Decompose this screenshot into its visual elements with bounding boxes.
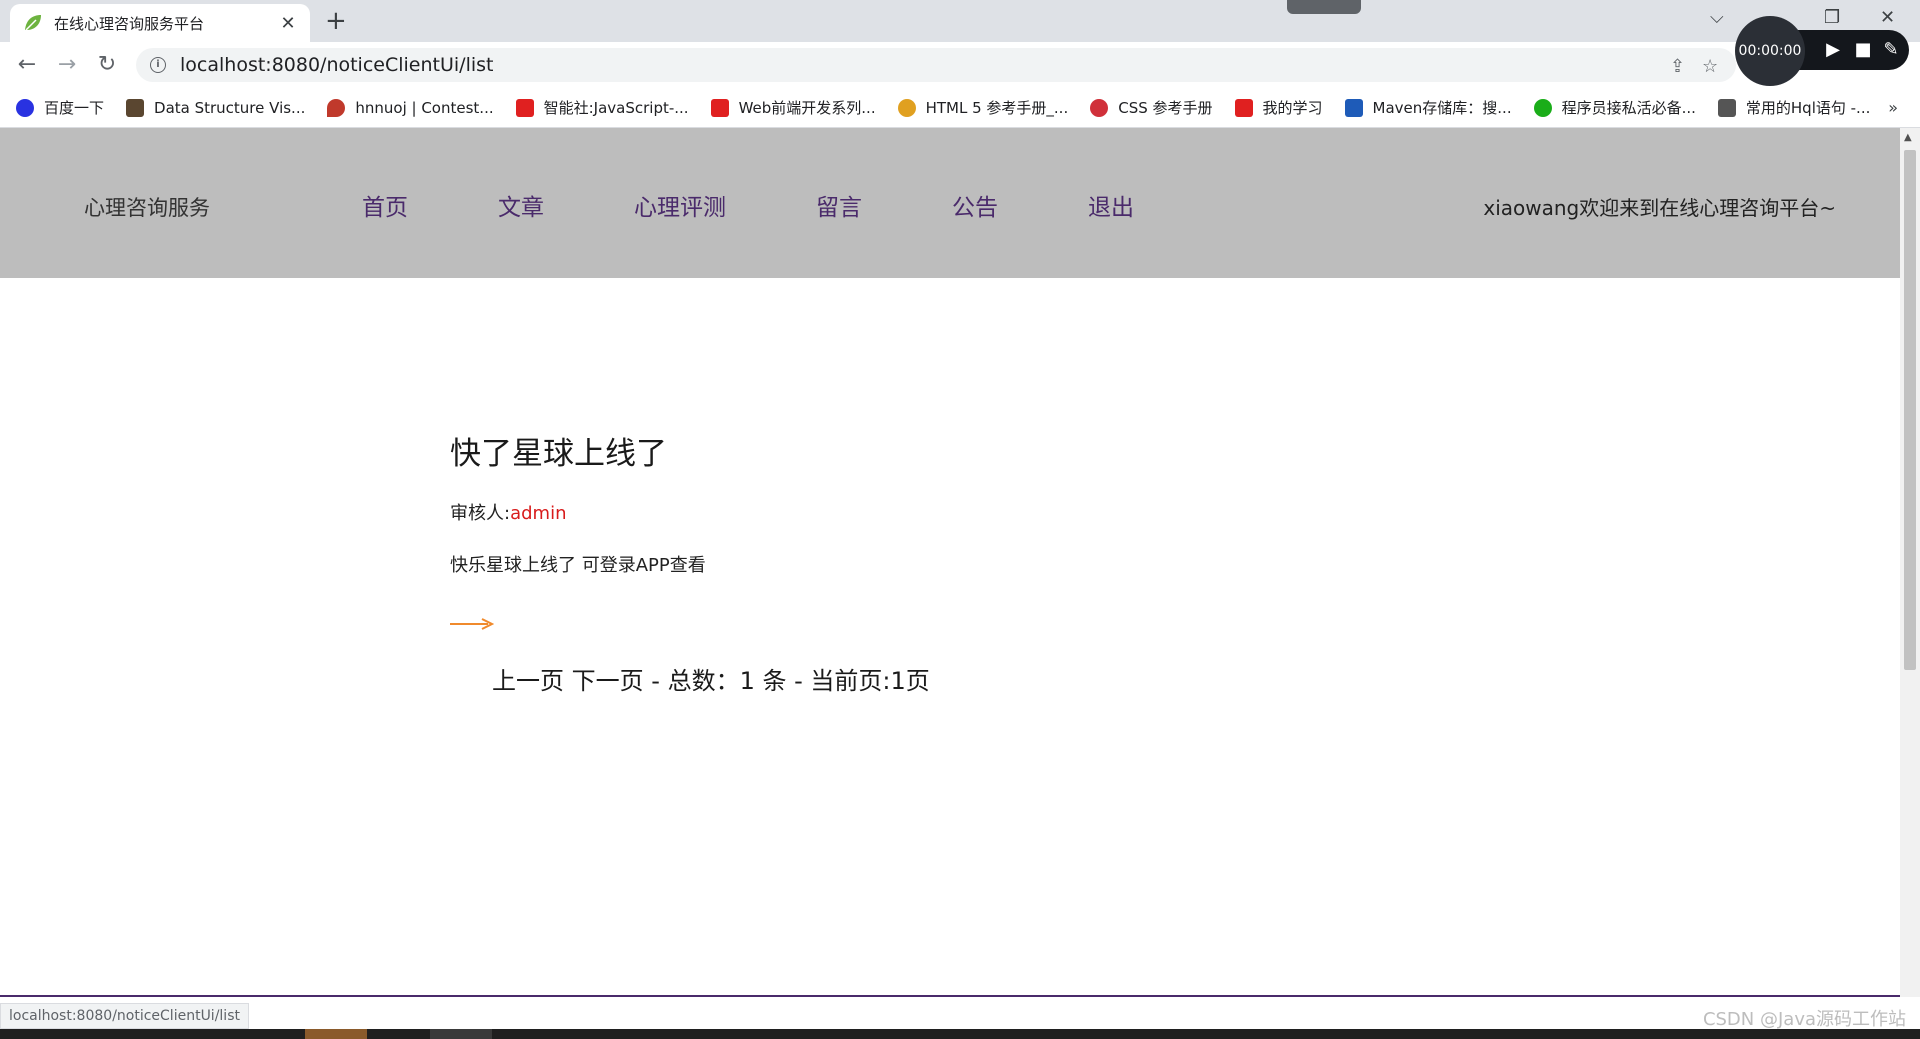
notice-item: 快了星球上线了 审核人:admin 快乐星球上线了 可登录APP查看 上一页 下… [450,428,930,696]
maven-icon [1344,98,1363,117]
wechat-icon [1533,98,1552,117]
tab-search-icon[interactable]: ⌵ [1710,6,1724,30]
browser-toolbar: ← → ↻ i localhost:8080/noticeClientUi/li… [0,42,1920,88]
pagination: 上一页 下一页 - 总数：1 条 - 当前页:1页 [450,661,930,696]
bookmark-label: hnnuoj | Contest... [355,98,494,117]
os-taskbar [0,1029,1920,1039]
bookmark-item[interactable]: Web前端开发系列... [710,97,876,118]
paw-icon [16,98,34,117]
bookmark-label: Maven存储库：搜... [1372,99,1512,117]
dsv-icon [126,98,145,117]
bookmark-item[interactable]: 智能社:JavaScript-... [515,97,689,118]
more-bookmarks-icon[interactable]: » [1888,98,1898,117]
browser-tab[interactable]: 在线心理咨询服务平台 ✕ [10,4,310,42]
address-bar[interactable]: i localhost:8080/noticeClientUi/list ⇪ ☆ [136,48,1736,82]
site-logo[interactable]: 心理咨询服务 [84,192,210,222]
scroll-thumb[interactable] [1904,150,1916,670]
arrow-right-icon [450,618,494,630]
close-icon[interactable]: ✕ [278,13,298,34]
prev-page-link[interactable]: 上一页 [492,667,564,695]
info-icon[interactable]: i [150,57,166,73]
link-status-tooltip: localhost:8080/noticeClientUi/list [0,1003,249,1029]
tab-strip: 在线心理咨询服务平台 ✕ + ⌵ ❐ ✕ [0,0,1920,42]
scroll-up-icon[interactable]: ▲ [1904,132,1912,143]
bookmark-label: 智能社:JavaScript-... [543,99,689,117]
notice-meta: 审核人:admin [450,499,930,525]
stop-icon[interactable]: ■ [1851,38,1875,62]
bookmark-label: Web前端开发系列... [738,99,876,117]
welcome-text: xiaowang欢迎来到在线心理咨询平台~ [1483,196,1836,220]
bookmark-item[interactable]: 常用的Hql语句 -... [1717,97,1871,118]
star-icon[interactable]: ☆ [1702,56,1718,77]
bookmark-label: HTML 5 参考手册_... [925,99,1069,117]
nav-notices[interactable]: 公告 [952,188,998,222]
forward-icon[interactable]: → [54,52,80,78]
share-icon[interactable]: ⇪ [1670,56,1685,77]
site-header: 心理咨询服务 首页 文章 心理评测 留言 公告 退出 xiaowang欢迎来到在… [0,128,1900,278]
nav-home[interactable]: 首页 [362,188,408,222]
hql-icon [1717,98,1736,117]
html5-icon [897,98,916,117]
book-icon [1234,98,1253,117]
reviewer-label: 审核人: [450,503,511,524]
bookmarks-bar: 百度一下 Data Structure Vis... hnnuoj | Cont… [0,88,1920,128]
back-icon[interactable]: ← [14,52,40,78]
book-icon [515,98,534,117]
leaf-icon [25,15,41,31]
taskbar-item[interactable] [430,1029,492,1039]
play-icon[interactable]: ▶ [1821,38,1845,62]
bookmark-label: Data Structure Vis... [154,98,306,117]
bookmark-item[interactable]: 程序员接私活必备... [1533,97,1696,118]
bookmark-item[interactable]: Data Structure Vis... [126,98,306,117]
pen-icon[interactable]: ✎ [1879,38,1903,62]
next-page-link[interactable]: 下一页 [572,667,644,695]
bookmark-label: 百度一下 [44,99,105,117]
pagination-summary: - 总数：1 条 - 当前页:1页 [651,667,930,695]
nav-logout[interactable]: 退出 [1088,188,1134,222]
bookmark-label: 常用的Hql语句 -... [1745,99,1871,117]
bookmark-label: CSS 参考手册 [1118,99,1213,117]
reload-icon[interactable]: ↻ [94,52,120,78]
bookmark-item[interactable]: HTML 5 参考手册_... [897,97,1069,118]
bookmark-item[interactable]: Maven存储库：搜... [1344,97,1512,118]
vertical-scrollbar[interactable]: ▲ [1900,128,1920,1013]
url-text[interactable]: localhost:8080/noticeClientUi/list [180,54,493,76]
extension-indicator [1287,0,1361,14]
bookmark-item[interactable]: CSS 参考手册 [1090,97,1213,118]
notice-content: 快乐星球上线了 可登录APP查看 [450,555,706,576]
bookmark-label: 我的学习 [1262,99,1323,117]
taskbar-item[interactable] [305,1029,367,1039]
nav-articles[interactable]: 文章 [498,188,544,222]
status-area: localhost:8080/noticeClientUi/list CSDN … [0,997,1920,1030]
nav-messages[interactable]: 留言 [816,188,862,222]
site-nav: 首页 文章 心理评测 留言 公告 退出 [362,188,1224,222]
bookmark-label: 程序员接私活必备... [1561,99,1696,117]
nav-assessment[interactable]: 心理评测 [634,188,726,222]
pin-icon [327,98,346,117]
reviewer-name: admin [510,503,567,524]
notice-title: 快了星球上线了 [450,436,667,472]
book-icon [710,98,729,117]
page-viewport: 心理咨询服务 首页 文章 心理评测 留言 公告 退出 xiaowang欢迎来到在… [0,128,1900,997]
tab-title: 在线心理咨询服务平台 [54,14,205,33]
css-icon [1090,98,1109,117]
screen-recorder: 00:00:00 ▶ ■ ✎ [1735,16,1909,86]
recorder-timer: 00:00:00 [1735,16,1805,86]
watermark: CSDN @Java源码工作站 [1702,1009,1906,1030]
new-tab-button[interactable]: + [325,6,347,36]
bookmark-item[interactable]: hnnuoj | Contest... [327,98,494,117]
bookmark-item[interactable]: 百度一下 [16,97,104,118]
bookmark-item[interactable]: 我的学习 [1234,97,1323,118]
